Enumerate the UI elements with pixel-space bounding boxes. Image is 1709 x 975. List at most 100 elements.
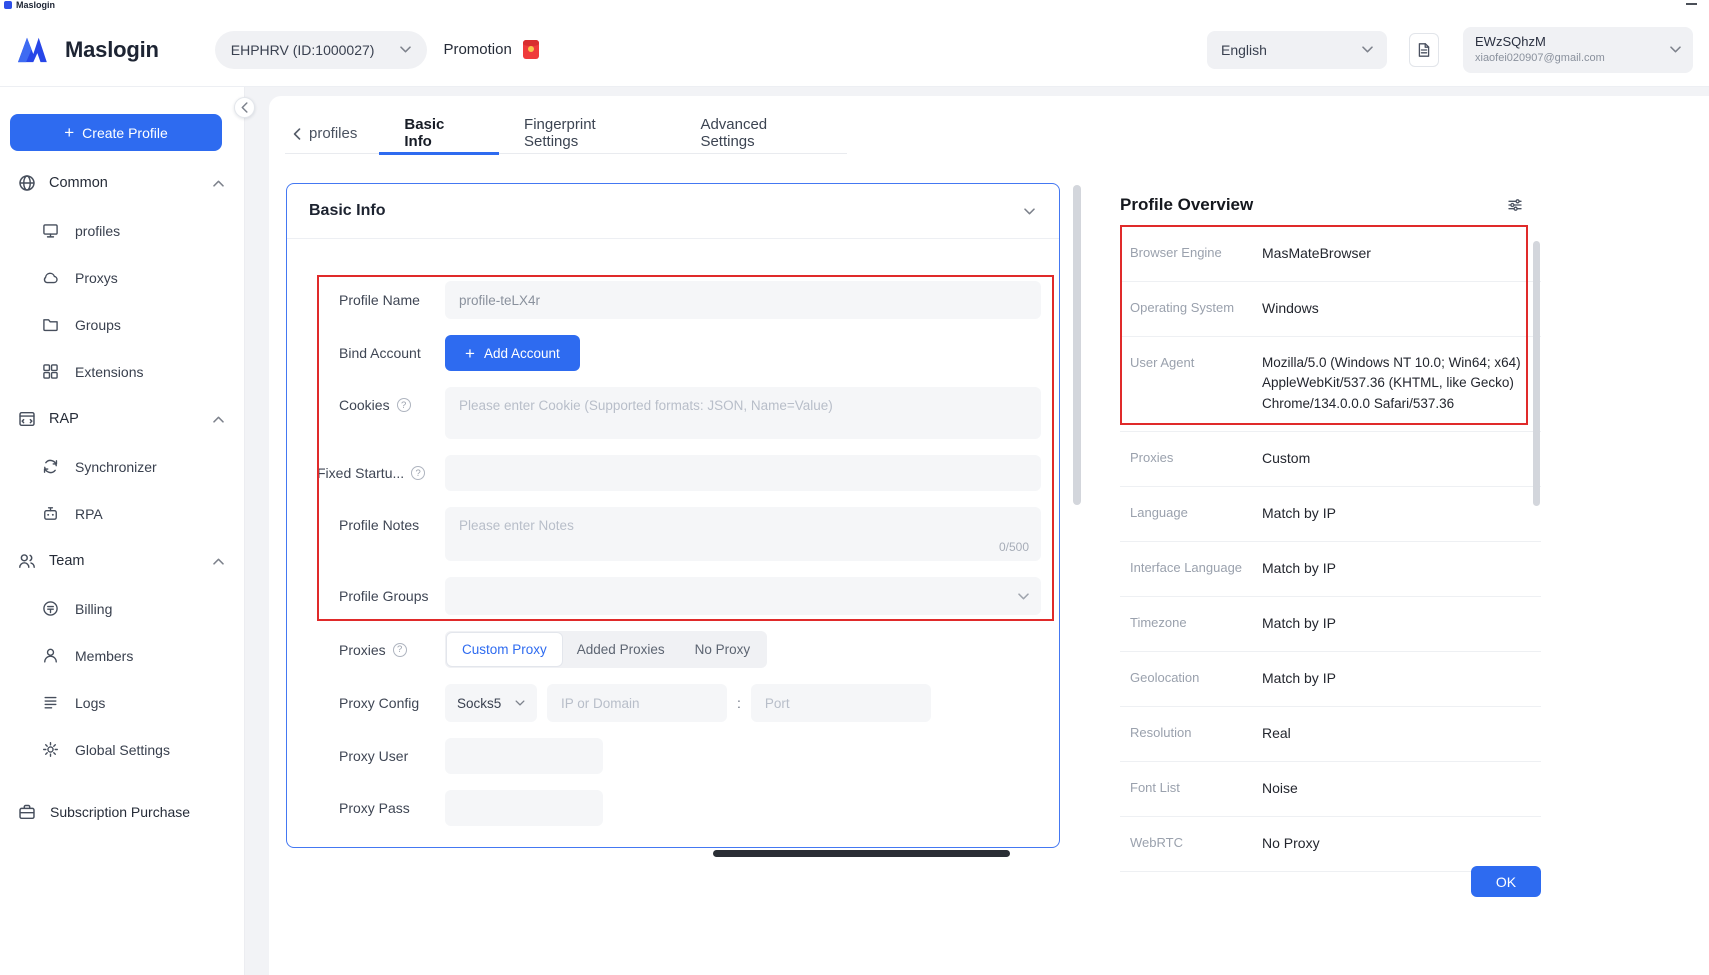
basic-info-card-header[interactable]: Basic Info: [287, 184, 1059, 239]
content-panel: profiles Basic Info Fingerprint Settings…: [269, 96, 1709, 975]
sidebar-item-synchronizer[interactable]: Synchronizer: [0, 443, 244, 490]
proxy-protocol-select[interactable]: Socks5: [445, 684, 537, 722]
proxy-user-input[interactable]: [445, 738, 603, 774]
overview-row-value: Match by IP: [1262, 503, 1533, 524]
plus-icon: +: [465, 345, 475, 362]
sidebar-item-members[interactable]: Members: [0, 632, 244, 679]
minimize-icon[interactable]: [1686, 3, 1697, 5]
overview-row-label: Language: [1130, 503, 1262, 520]
main-scrollbar[interactable]: [1073, 183, 1081, 848]
info-icon: ?: [411, 466, 425, 480]
create-profile-label: Create Profile: [82, 125, 168, 141]
proxy-option-added[interactable]: Added Proxies: [562, 633, 680, 666]
proxy-option-custom[interactable]: Custom Proxy: [447, 633, 562, 666]
overview-options-icon[interactable]: [1507, 197, 1523, 213]
language-selector[interactable]: English: [1207, 31, 1387, 69]
info-icon: ?: [397, 398, 411, 412]
sidebar-item-label: Proxys: [75, 270, 118, 286]
overview-row-value: No Proxy: [1262, 833, 1533, 854]
chevron-up-icon: [213, 558, 224, 565]
create-profile-button[interactable]: + Create Profile: [10, 114, 222, 151]
sidebar-collapse-button[interactable]: [234, 97, 255, 118]
window-title: Maslogin: [16, 0, 55, 11]
section-label: Team: [49, 553, 84, 569]
field-label: Proxies ?: [287, 642, 445, 658]
sync-icon: [42, 458, 59, 475]
tab-basic-info[interactable]: Basic Info: [379, 114, 499, 155]
window-title-bar: Maslogin: [0, 0, 1709, 13]
document-button[interactable]: [1409, 33, 1439, 67]
proxy-pass-input[interactable]: [445, 790, 603, 826]
back-label: profiles: [309, 125, 357, 142]
profile-overview-title: Profile Overview: [1120, 195, 1253, 215]
sidebar-item-label: Synchronizer: [75, 459, 157, 475]
cookies-textarea[interactable]: [445, 387, 1041, 439]
horizontal-scrollbar-thumb[interactable]: [713, 850, 1010, 857]
add-account-button[interactable]: + Add Account: [445, 335, 580, 371]
sidebar-item-label: Extensions: [75, 364, 143, 380]
sidebar-item-profiles[interactable]: profiles: [0, 207, 244, 254]
field-label: Cookies ?: [287, 387, 445, 413]
back-to-profiles-link[interactable]: profiles: [285, 114, 379, 153]
sidebar-item-logs[interactable]: Logs: [0, 679, 244, 726]
field-profile-notes: Profile Notes 0/500: [287, 507, 1059, 561]
workspace-selector[interactable]: EHPHRV (ID:1000027): [215, 31, 428, 69]
proxy-port-input[interactable]: [751, 684, 931, 722]
overview-scrollbar[interactable]: [1533, 186, 1540, 856]
sidebar-item-proxys[interactable]: Proxys: [0, 254, 244, 301]
section-label: Common: [49, 175, 108, 191]
sidebar-item-subscription-purchase[interactable]: Subscription Purchase: [0, 787, 244, 837]
sidebar-section-rap[interactable]: RAP: [0, 395, 244, 443]
promotion-link[interactable]: Promotion: [443, 40, 538, 59]
document-icon: [1416, 42, 1432, 58]
brand: Maslogin: [16, 36, 159, 63]
sidebar-item-rpa[interactable]: RPA: [0, 490, 244, 537]
profile-notes-textarea[interactable]: [445, 507, 1041, 561]
sidebar-section-common[interactable]: Common: [0, 159, 244, 207]
overview-row-label: Font List: [1130, 778, 1262, 795]
ok-button[interactable]: OK: [1471, 866, 1541, 897]
overview-row-label: Proxies: [1130, 448, 1262, 465]
annotation-box-form: [317, 275, 1054, 621]
field-cookies: Cookies ?: [287, 387, 1059, 439]
info-icon: ?: [393, 643, 407, 657]
tab-label: Advanced Settings: [700, 116, 822, 150]
overview-row: Browser Engine MasMateBrowser: [1120, 227, 1541, 282]
language-label: English: [1221, 42, 1267, 58]
overview-row-label: Browser Engine: [1130, 243, 1262, 260]
fixed-startup-input[interactable]: [445, 455, 1041, 491]
chevron-down-icon[interactable]: [1024, 208, 1035, 215]
overview-scrollbar-thumb[interactable]: [1533, 241, 1540, 506]
chevron-up-icon: [213, 416, 224, 423]
sidebar-item-groups[interactable]: Groups: [0, 301, 244, 348]
person-icon: [42, 647, 59, 664]
chevron-down-icon: [1018, 593, 1029, 600]
profile-name-input[interactable]: [445, 281, 1041, 319]
tab-advanced-settings[interactable]: Advanced Settings: [675, 114, 847, 155]
add-account-label: Add Account: [484, 346, 560, 361]
field-label: Bind Account: [287, 345, 445, 361]
user-account-selector[interactable]: EWzSQhzM xiaofei020907@gmail.com: [1463, 27, 1693, 73]
sidebar-section-team[interactable]: Team: [0, 537, 244, 585]
promotion-label: Promotion: [443, 41, 511, 58]
sidebar-item-billing[interactable]: Billing: [0, 585, 244, 632]
proxy-option-none[interactable]: No Proxy: [680, 633, 766, 666]
profile-groups-select[interactable]: [445, 577, 1041, 615]
field-proxies: Proxies ? Custom Proxy Added Proxies No …: [287, 631, 1059, 668]
field-fixed-startup: Fixed Startu... ?: [287, 455, 1059, 491]
overview-rows: Browser Engine MasMateBrowser Operating …: [1120, 227, 1541, 872]
sidebar-item-extensions[interactable]: Extensions: [0, 348, 244, 395]
main-scrollbar-thumb[interactable]: [1073, 185, 1081, 505]
grid-icon: [42, 363, 59, 380]
folder-icon: [42, 316, 59, 333]
overview-row: Font List Noise: [1120, 762, 1541, 817]
billing-icon: [42, 600, 59, 617]
chevron-down-icon: [1362, 46, 1373, 53]
section-label: RAP: [49, 411, 79, 427]
sidebar-item-label: Logs: [75, 695, 105, 711]
tab-fingerprint-settings[interactable]: Fingerprint Settings: [499, 114, 675, 155]
sidebar-item-label: profiles: [75, 223, 120, 239]
overview-row: Resolution Real: [1120, 707, 1541, 762]
sidebar-item-global-settings[interactable]: Global Settings: [0, 726, 244, 773]
proxy-ip-input[interactable]: [547, 684, 727, 722]
